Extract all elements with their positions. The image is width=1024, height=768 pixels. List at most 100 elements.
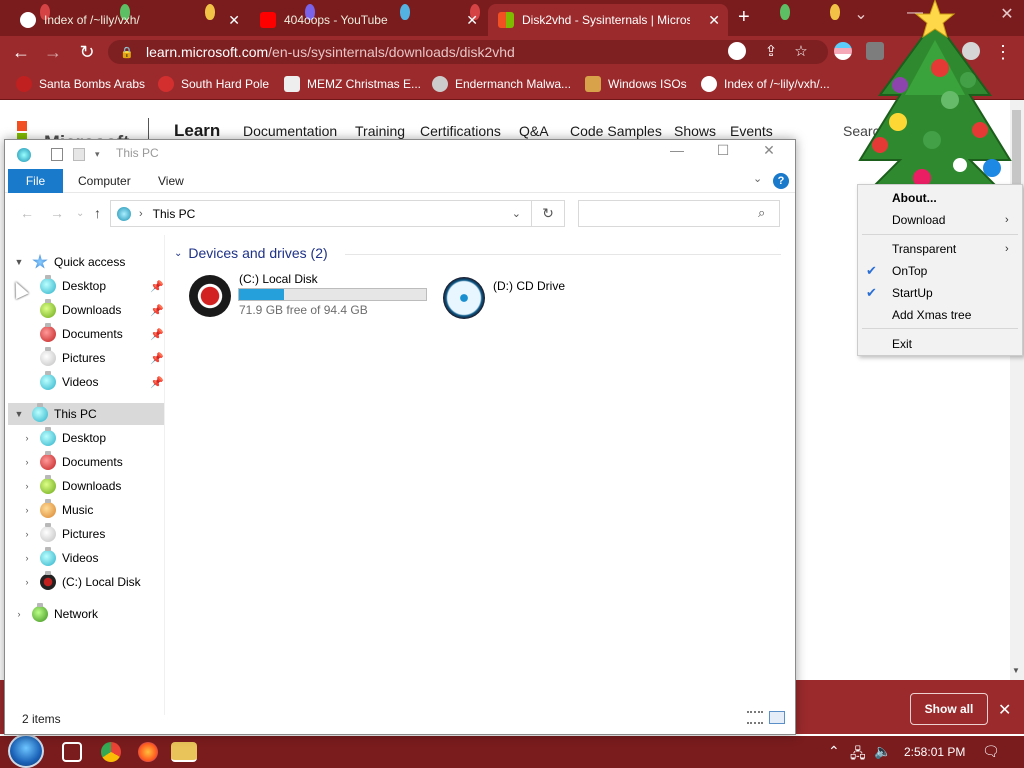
- collapse-chevron-icon[interactable]: ›: [22, 481, 32, 491]
- menu-item-about[interactable]: About...: [892, 191, 937, 205]
- pin-icon[interactable]: 📌: [150, 328, 164, 341]
- tab-view[interactable]: View: [158, 174, 184, 188]
- collapse-chevron-icon[interactable]: ›: [14, 609, 24, 619]
- nav-pc-music[interactable]: › Music: [22, 499, 93, 521]
- explorer-close-button[interactable]: ✕: [754, 142, 784, 159]
- network-icon[interactable]: 🖧: [850, 743, 866, 767]
- close-tab-icon[interactable]: ✕: [466, 12, 478, 29]
- pane-splitter[interactable]: [164, 235, 165, 715]
- tab-computer[interactable]: Computer: [78, 174, 131, 188]
- bookmark-santa-bombs[interactable]: Santa Bombs Arabs: [16, 76, 145, 92]
- help-button[interactable]: ?: [773, 173, 789, 189]
- show-all-button[interactable]: Show all: [910, 693, 988, 725]
- bookmark-star-icon[interactable]: ☆: [790, 42, 812, 60]
- bookmark-endermanch[interactable]: Endermanch Malwa...: [432, 76, 571, 92]
- nav-qa-videos[interactable]: Videos: [40, 371, 98, 393]
- nav-this-pc[interactable]: ▼ This PC: [14, 403, 97, 425]
- search-icon[interactable]: ⌕: [758, 205, 765, 221]
- start-button[interactable]: [8, 734, 44, 768]
- refresh-icon[interactable]: ↻: [532, 200, 565, 227]
- menu-item-exit[interactable]: Exit: [892, 337, 912, 351]
- google-icon[interactable]: [728, 42, 746, 60]
- show-hidden-icons-icon[interactable]: ⌃: [828, 743, 840, 760]
- expand-ribbon-icon[interactable]: ⌄: [753, 172, 762, 185]
- forward-icon[interactable]: →: [42, 42, 64, 63]
- nav-shows[interactable]: Shows: [674, 123, 716, 139]
- volume-icon[interactable]: 🔈: [874, 743, 891, 760]
- new-tab-button[interactable]: +: [738, 6, 750, 29]
- menu-item-transparent[interactable]: Transparent: [892, 242, 956, 256]
- menu-item-ontop[interactable]: OnTop: [892, 264, 927, 278]
- nav-qa-downloads[interactable]: Downloads: [40, 299, 121, 321]
- bookmark-memz[interactable]: MEMZ Christmas E...: [284, 76, 421, 92]
- collapse-chevron-icon[interactable]: ›: [22, 577, 32, 587]
- back-arrow-icon[interactable]: ←: [20, 205, 34, 221]
- details-view-icon[interactable]: [747, 711, 763, 724]
- pin-icon[interactable]: 📌: [150, 304, 164, 317]
- address-dropdown-icon[interactable]: ⌄: [512, 207, 521, 220]
- group-header-devices[interactable]: ⌄ Devices and drives (2): [174, 245, 328, 261]
- menu-item-startup[interactable]: StartUp: [892, 286, 933, 300]
- customize-quick-access-icon[interactable]: ▾: [95, 149, 107, 162]
- tab-file[interactable]: File: [8, 169, 63, 193]
- menu-item-download[interactable]: Download: [892, 213, 945, 227]
- learn-link[interactable]: Learn: [174, 121, 220, 141]
- explorer-minimize-button[interactable]: —: [662, 142, 692, 158]
- forward-arrow-icon[interactable]: →: [50, 205, 64, 221]
- nav-certifications[interactable]: Certifications: [420, 123, 501, 139]
- collapse-chevron-icon[interactable]: ›: [22, 529, 32, 539]
- back-icon[interactable]: ←: [10, 42, 32, 63]
- pin-icon[interactable]: 📌: [150, 376, 164, 389]
- xmas-tree-image[interactable]: [850, 0, 1020, 190]
- explorer-maximize-button[interactable]: ☐: [708, 142, 738, 159]
- menu-item-add-xmas-tree[interactable]: Add Xmas tree: [892, 308, 971, 322]
- tab-index-of-lily[interactable]: Index of /~lily/vxh/ ✕: [10, 4, 248, 36]
- nav-qa-desktop[interactable]: Desktop: [40, 275, 106, 297]
- close-icon[interactable]: ✕: [998, 700, 1011, 720]
- pin-icon[interactable]: 📌: [150, 352, 164, 365]
- tab-youtube[interactable]: 404oops - YouTube ✕: [250, 4, 486, 36]
- nav-pc-downloads[interactable]: › Downloads: [22, 475, 121, 497]
- expand-chevron-icon[interactable]: ▼: [14, 409, 24, 419]
- nav-network[interactable]: › Network: [14, 603, 98, 625]
- explorer-address-bar[interactable]: › This PC ⌄: [110, 200, 532, 227]
- file-explorer-icon[interactable]: [171, 742, 197, 762]
- nav-qa-documents[interactable]: Documents: [40, 323, 123, 345]
- collapse-chevron-icon[interactable]: ›: [22, 505, 32, 515]
- nav-quick-access[interactable]: ▼ Quick access: [14, 251, 125, 273]
- expand-chevron-icon[interactable]: ▼: [14, 257, 24, 267]
- bookmark-index-of-lily[interactable]: Index of /~lily/vxh/...: [701, 76, 830, 92]
- breadcrumb-this-pc[interactable]: This PC: [153, 207, 196, 221]
- address-bar[interactable]: 🔒 learn.microsoft.com/en-us/sysinternals…: [108, 40, 828, 64]
- nav-code-samples[interactable]: Code Samples: [570, 123, 662, 139]
- chrome-icon[interactable]: [101, 742, 121, 762]
- collapse-group-icon[interactable]: ⌄: [174, 248, 182, 259]
- pin-icon[interactable]: 📌: [150, 280, 164, 293]
- large-icons-view-icon[interactable]: [769, 711, 785, 724]
- tab-disk2vhd[interactable]: Disk2vhd - Sysinternals | Microso ✕: [488, 4, 728, 36]
- nav-qa[interactable]: Q&A: [519, 123, 549, 139]
- nav-events[interactable]: Events: [730, 123, 773, 139]
- nav-pc-local-disk[interactable]: › (C:) Local Disk: [22, 571, 141, 593]
- firefox-icon[interactable]: [138, 742, 158, 762]
- recent-locations-icon[interactable]: ⌄: [76, 208, 84, 219]
- new-folder-icon[interactable]: [73, 148, 85, 161]
- clock[interactable]: 2:58:01 PM: [904, 745, 965, 759]
- nav-documentation[interactable]: Documentation: [243, 123, 337, 139]
- reload-icon[interactable]: ↻: [76, 42, 98, 63]
- collapse-chevron-icon[interactable]: ›: [22, 553, 32, 563]
- explorer-search-box[interactable]: [578, 200, 780, 227]
- bookmark-windows-isos[interactable]: Windows ISOs: [585, 76, 687, 92]
- nav-pc-videos[interactable]: › Videos: [22, 547, 98, 569]
- collapse-chevron-icon[interactable]: ›: [22, 457, 32, 467]
- share-icon[interactable]: ⇪: [760, 42, 782, 60]
- scroll-down-arrow[interactable]: ▼: [1012, 666, 1020, 675]
- close-tab-icon[interactable]: ✕: [708, 12, 720, 29]
- properties-icon[interactable]: [51, 148, 63, 161]
- nav-pc-documents[interactable]: › Documents: [22, 451, 123, 473]
- nav-qa-pictures[interactable]: Pictures: [40, 347, 105, 369]
- nav-training[interactable]: Training: [355, 123, 405, 139]
- action-center-icon[interactable]: 🗨: [982, 743, 1000, 760]
- task-view-icon[interactable]: [62, 742, 82, 762]
- nav-pc-desktop[interactable]: › Desktop: [22, 427, 106, 449]
